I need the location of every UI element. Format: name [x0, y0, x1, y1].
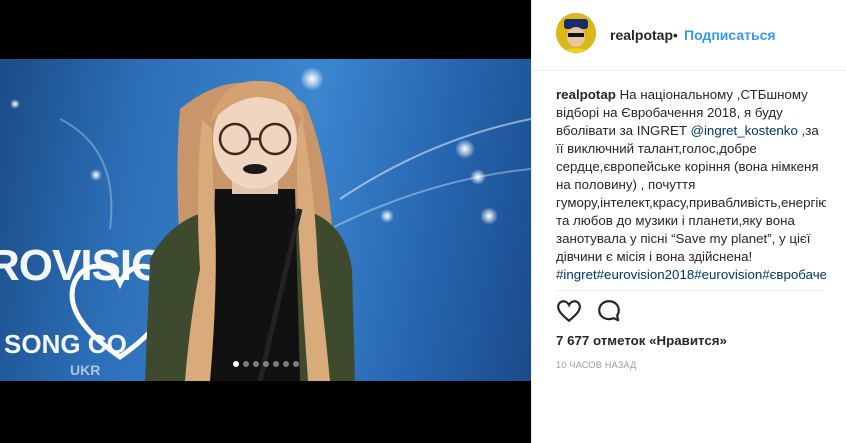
carousel-dot[interactable] — [292, 361, 299, 367]
caption-username[interactable]: realpotap — [556, 87, 616, 102]
post-caption: realpotap На національному ,СТБшному від… — [556, 86, 826, 290]
person-figure — [145, 80, 355, 381]
eurovision-logo-line2: SONG CO — [4, 329, 127, 359]
post-timestamp[interactable]: 10 ЧАСОВ НАЗАД — [556, 360, 637, 370]
header-separator: • — [673, 27, 678, 43]
comment-button[interactable] — [596, 298, 624, 326]
post-header: realpotap • Подписаться — [532, 0, 846, 71]
caption-text-part2: ,за її виключний талант,голос,добре серд… — [556, 123, 826, 264]
carousel-dot[interactable] — [242, 361, 249, 367]
section-divider — [556, 290, 823, 291]
post-media: ROVISION SONG CO UKR — [0, 0, 531, 443]
post-username[interactable]: realpotap — [610, 27, 673, 43]
likes-count[interactable]: 7 677 отметок «Нравится» — [556, 333, 727, 348]
carousel-dot[interactable] — [282, 361, 289, 367]
heart-outline-icon — [557, 300, 581, 323]
carousel-dot[interactable] — [272, 361, 279, 367]
carousel-dot-active[interactable] — [232, 361, 239, 367]
avatar[interactable] — [556, 13, 596, 53]
speech-bubble-icon — [598, 300, 620, 322]
post-photo[interactable]: ROVISION SONG CO UKR — [0, 59, 531, 381]
follow-button[interactable]: Подписаться — [684, 27, 776, 43]
carousel-indicators — [0, 361, 531, 367]
post-side-panel: realpotap • Подписаться realpotap На нац… — [531, 0, 846, 443]
carousel-dot[interactable] — [252, 361, 259, 367]
caption-mention-link[interactable]: @ingret_kostenko — [690, 123, 797, 138]
caption-hashtags[interactable]: #ingret#eurovision2018#eurovision#євроба… — [556, 267, 826, 282]
avatar-image — [556, 13, 596, 53]
carousel-dot[interactable] — [262, 361, 269, 367]
like-button[interactable] — [556, 298, 584, 326]
